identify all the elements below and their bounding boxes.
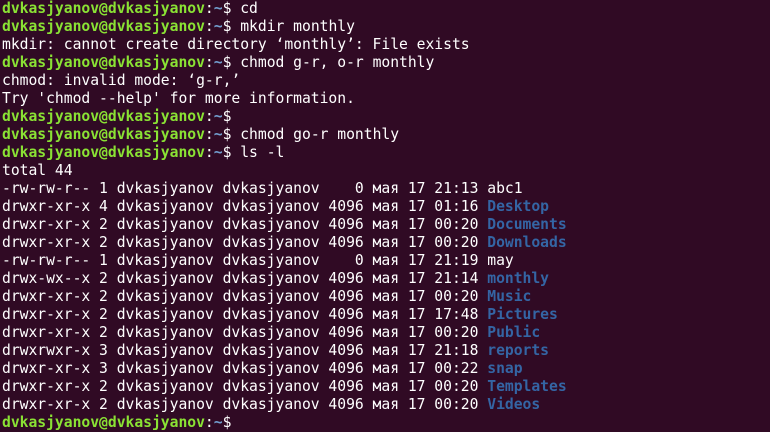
prompt-user-host: dvkasjyanov@dvkasjyanov	[2, 0, 205, 17]
prompt-line: dvkasjyanov@dvkasjyanov:~$	[2, 108, 770, 126]
listing-details: drwxr-xr-x 2 dvkasjyanov dvkasjyanov 409…	[2, 306, 488, 323]
listing-row: drwxr-xr-x 2 dvkasjyanov dvkasjyanov 409…	[2, 216, 770, 234]
directory-name: Pictures	[487, 306, 558, 323]
prompt-user-host: dvkasjyanov@dvkasjyanov	[2, 108, 205, 125]
prompt-dollar: $	[222, 18, 241, 35]
prompt-user-host: dvkasjyanov@dvkasjyanov	[2, 126, 205, 143]
output-text: chmod: invalid mode: ‘g-r,’	[2, 72, 241, 89]
prompt-path: ~	[213, 126, 223, 143]
listing-row: drwx-wx--x 2 dvkasjyanov dvkasjyanov 409…	[2, 270, 770, 288]
prompt-line: dvkasjyanov@dvkasjyanov:~$ cd	[2, 0, 770, 18]
prompt-path: ~	[213, 414, 223, 431]
listing-details: -rw-rw-r-- 1 dvkasjyanov dvkasjyanov 0 м…	[2, 252, 488, 269]
directory-name: snap	[487, 360, 523, 377]
listing-row: -rw-rw-r-- 1 dvkasjyanov dvkasjyanov 0 м…	[2, 252, 770, 270]
listing-row: drwxr-xr-x 4 dvkasjyanov dvkasjyanov 409…	[2, 198, 770, 216]
prompt-user-host: dvkasjyanov@dvkasjyanov	[2, 54, 205, 71]
terminal-window[interactable]: dvkasjyanov@dvkasjyanov:~$ cd dvkasjyanov…	[0, 0, 770, 432]
command-text: chmod go-r monthly	[240, 126, 400, 143]
prompt-colon: :	[204, 0, 214, 17]
directory-name: Videos	[487, 396, 541, 413]
output-text: mkdir: cannot create directory ‘monthly’…	[2, 36, 470, 53]
directory-name: Public	[487, 324, 541, 341]
prompt-user-host: dvkasjyanov@dvkasjyanov	[2, 414, 205, 431]
prompt-colon: :	[204, 144, 214, 161]
listing-details: drwxr-xr-x 4 dvkasjyanov dvkasjyanov 409…	[2, 198, 488, 215]
command-text: mkdir monthly	[240, 18, 355, 35]
listing-details: drwxr-xr-x 3 dvkasjyanov dvkasjyanov 409…	[2, 360, 488, 377]
prompt-line: dvkasjyanov@dvkasjyanov:~$ mkdir monthly	[2, 18, 770, 36]
output-line: mkdir: cannot create directory ‘monthly’…	[2, 36, 770, 54]
command-text: cd	[240, 0, 258, 17]
command-text: ls -l	[240, 144, 285, 161]
text-cursor	[240, 414, 249, 430]
prompt-line: dvkasjyanov@dvkasjyanov:~$ ls -l	[2, 144, 770, 162]
directory-name: Downloads	[487, 234, 567, 251]
prompt-path: ~	[213, 18, 223, 35]
prompt-colon: :	[204, 126, 214, 143]
directory-name: reports	[487, 342, 550, 359]
listing-details: drwxr-xr-x 2 dvkasjyanov dvkasjyanov 409…	[2, 324, 488, 341]
listing-row: drwxr-xr-x 2 dvkasjyanov dvkasjyanov 409…	[2, 378, 770, 396]
directory-name: Templates	[487, 378, 567, 395]
output-text: Try 'chmod --help' for more information.	[2, 90, 355, 107]
directory-name: Music	[487, 288, 532, 305]
output-text: total 44	[2, 162, 73, 179]
prompt-dollar: $	[222, 108, 241, 125]
prompt-dollar: $	[222, 126, 241, 143]
prompt-line: dvkasjyanov@dvkasjyanov:~$	[2, 414, 770, 432]
file-name: abc1	[487, 180, 523, 197]
prompt-user-host: dvkasjyanov@dvkasjyanov	[2, 144, 205, 161]
listing-details: drwxrwxr-x 3 dvkasjyanov dvkasjyanov 409…	[2, 342, 488, 359]
prompt-path: ~	[213, 0, 223, 17]
listing-details: drwx-wx--x 2 dvkasjyanov dvkasjyanov 409…	[2, 270, 488, 287]
prompt-path: ~	[213, 144, 223, 161]
directory-name: Documents	[487, 216, 567, 233]
prompt-colon: :	[204, 18, 214, 35]
prompt-line: dvkasjyanov@dvkasjyanov:~$ chmod g-r, o-…	[2, 54, 770, 72]
output-line: Try 'chmod --help' for more information.	[2, 90, 770, 108]
directory-name: monthly	[487, 270, 550, 287]
listing-details: drwxr-xr-x 2 dvkasjyanov dvkasjyanov 409…	[2, 234, 488, 251]
listing-row: drwxr-xr-x 2 dvkasjyanov dvkasjyanov 409…	[2, 306, 770, 324]
listing-details: drwxr-xr-x 2 dvkasjyanov dvkasjyanov 409…	[2, 288, 488, 305]
prompt-dollar: $	[222, 54, 241, 71]
output-line: chmod: invalid mode: ‘g-r,’	[2, 72, 770, 90]
listing-row: drwxr-xr-x 2 dvkasjyanov dvkasjyanov 409…	[2, 234, 770, 252]
listing-row: drwxr-xr-x 3 dvkasjyanov dvkasjyanov 409…	[2, 360, 770, 378]
prompt-dollar: $	[222, 144, 241, 161]
prompt-path: ~	[213, 54, 223, 71]
prompt-user-host: dvkasjyanov@dvkasjyanov	[2, 18, 205, 35]
listing-details: drwxr-xr-x 2 dvkasjyanov dvkasjyanov 409…	[2, 378, 488, 395]
directory-name: Desktop	[487, 198, 550, 215]
prompt-colon: :	[204, 108, 214, 125]
prompt-colon: :	[204, 54, 214, 71]
listing-row: drwxrwxr-x 3 dvkasjyanov dvkasjyanov 409…	[2, 342, 770, 360]
listing-details: drwxr-xr-x 2 dvkasjyanov dvkasjyanov 409…	[2, 396, 488, 413]
prompt-line: dvkasjyanov@dvkasjyanov:~$ chmod go-r mo…	[2, 126, 770, 144]
prompt-dollar: $	[222, 414, 241, 431]
file-name: may	[487, 252, 514, 269]
output-line: total 44	[2, 162, 770, 180]
prompt-path: ~	[213, 108, 223, 125]
listing-row: drwxr-xr-x 2 dvkasjyanov dvkasjyanov 409…	[2, 396, 770, 414]
prompt-colon: :	[204, 414, 214, 431]
listing-details: -rw-rw-r-- 1 dvkasjyanov dvkasjyanov 0 м…	[2, 180, 488, 197]
command-text: chmod g-r, o-r monthly	[240, 54, 435, 71]
listing-details: drwxr-xr-x 2 dvkasjyanov dvkasjyanov 409…	[2, 216, 488, 233]
listing-row: drwxr-xr-x 2 dvkasjyanov dvkasjyanov 409…	[2, 288, 770, 306]
listing-row: -rw-rw-r-- 1 dvkasjyanov dvkasjyanov 0 м…	[2, 180, 770, 198]
listing-row: drwxr-xr-x 2 dvkasjyanov dvkasjyanov 409…	[2, 324, 770, 342]
prompt-dollar: $	[222, 0, 241, 17]
